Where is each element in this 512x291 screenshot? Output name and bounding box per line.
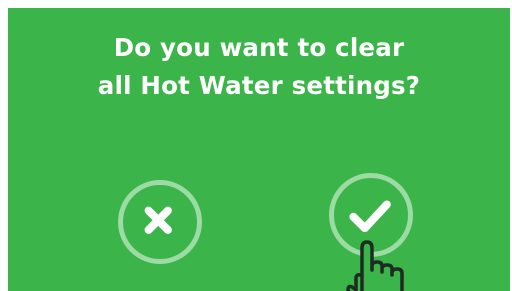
hand-pointer-icon <box>346 240 404 291</box>
question-line-1: Do you want to clear <box>113 33 405 62</box>
close-icon <box>144 206 172 234</box>
confirmation-question: Do you want to clear all Hot Water setti… <box>8 29 510 105</box>
question-line-2: all Hot Water settings? <box>97 71 421 100</box>
clear-settings-dialog: Do you want to clear all Hot Water setti… <box>8 8 510 291</box>
cancel-button[interactable] <box>118 180 202 264</box>
